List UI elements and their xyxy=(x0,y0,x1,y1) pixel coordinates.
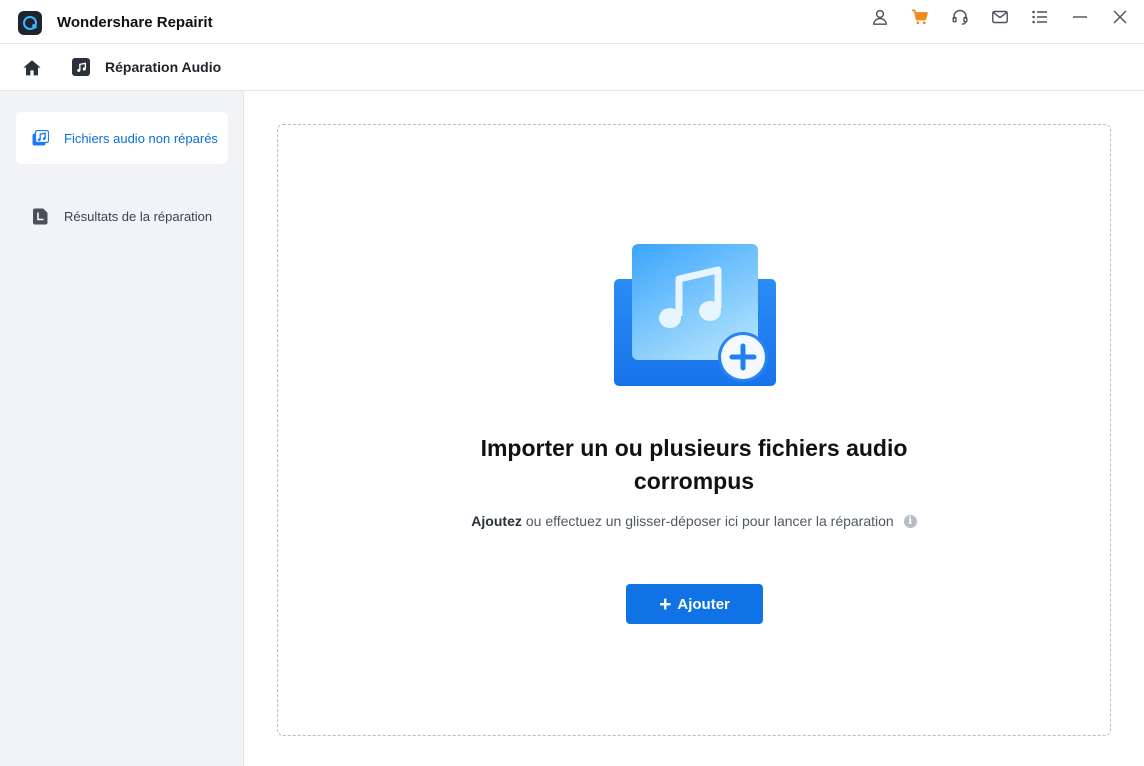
info-icon[interactable]: i xyxy=(903,514,917,528)
add-link[interactable]: Ajoutez xyxy=(471,513,522,529)
breadcrumb-label: Réparation Audio xyxy=(105,59,222,75)
title-bar: Wondershare Repairit xyxy=(0,0,1144,44)
sidebar-item-label: Résultats de la réparation xyxy=(64,208,213,224)
file-drop-zone[interactable]: Importer un ou plusieurs fichiers audio … xyxy=(277,124,1111,736)
cart-icon[interactable] xyxy=(907,7,933,27)
app-title: Wondershare Repairit xyxy=(57,14,213,31)
sidebar: Fichiers audio non réparés Résultats de … xyxy=(0,91,244,766)
minimize-icon[interactable] xyxy=(1067,7,1093,27)
audio-note-icon xyxy=(72,58,90,76)
drop-zone-title: Importer un ou plusieurs fichiers audio … xyxy=(480,435,908,494)
drop-instructions: ou effectuez un glisser-déposer ici pour… xyxy=(525,513,894,529)
headset-icon[interactable] xyxy=(947,7,973,27)
app-logo-icon xyxy=(18,11,42,35)
add-button[interactable]: + Ajouter xyxy=(626,584,763,624)
breadcrumb-bar: Réparation Audio xyxy=(0,44,1144,91)
results-icon xyxy=(32,208,49,225)
user-icon[interactable] xyxy=(867,7,893,27)
breadcrumb: Réparation Audio xyxy=(72,58,221,76)
drop-zone-subtitle: Ajoutez ou effectuez un glisser-déposer … xyxy=(278,513,1110,529)
home-icon[interactable] xyxy=(20,56,44,80)
add-audio-illustration-icon xyxy=(612,242,782,392)
audio-files-icon xyxy=(32,129,49,147)
mail-icon[interactable] xyxy=(987,7,1013,27)
add-button-label: Ajouter xyxy=(677,595,730,613)
plus-icon: + xyxy=(659,592,672,616)
menu-icon[interactable] xyxy=(1027,7,1053,27)
sidebar-item-label: Fichiers audio non réparés xyxy=(64,130,218,146)
sidebar-item-repair-results[interactable]: Résultats de la réparation xyxy=(16,190,228,242)
sidebar-item-unrepaired-audio[interactable]: Fichiers audio non réparés xyxy=(16,112,228,164)
close-icon[interactable] xyxy=(1107,7,1133,27)
